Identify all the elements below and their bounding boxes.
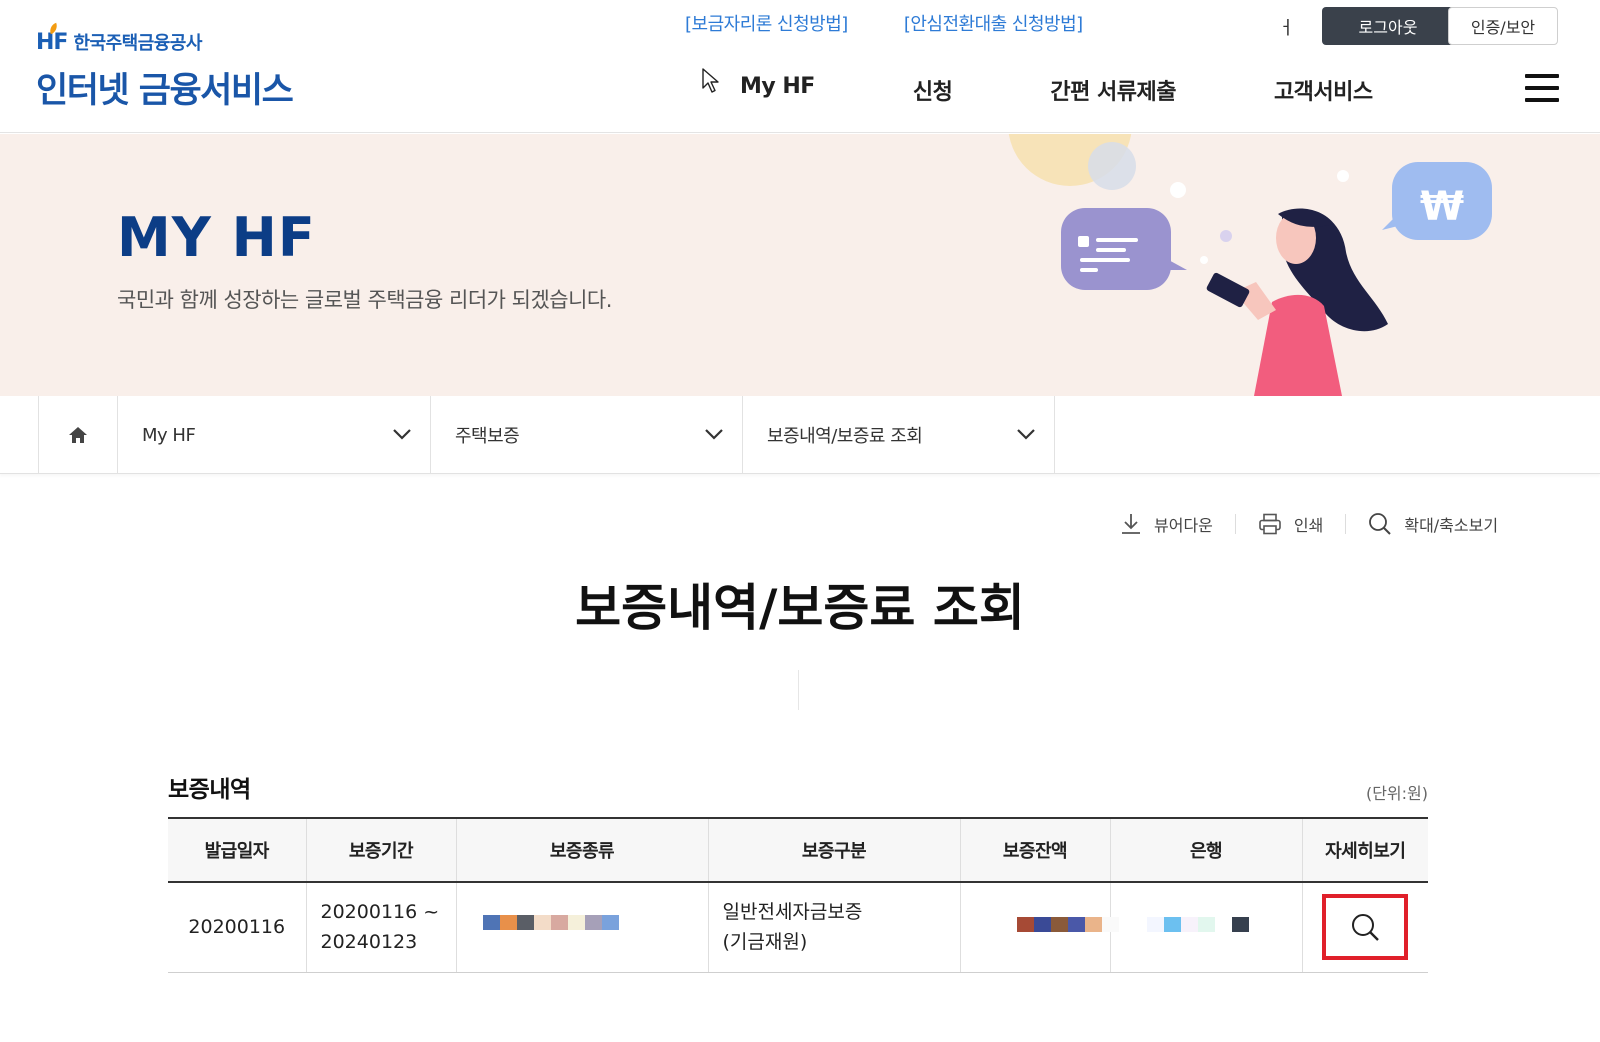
breadcrumb-label: 보증내역/보증료 조회 [767,426,923,447]
page-banner: MY HF 국민과 함께 성장하는 글로벌 주택금융 리더가 되겠습니다. ₩ [0,134,1600,396]
category-line1: 일반전세자금보증 [722,901,863,924]
section-title: 보증내역 [168,777,251,803]
mouse-cursor-icon [702,68,719,93]
viewer-download-button[interactable]: 뷰어다운 [1120,512,1213,536]
cell-bank-redacted [1110,882,1303,973]
cell-issue-date: 20200116 [168,882,307,973]
print-button[interactable]: 인쇄 [1258,512,1323,536]
nav-apply[interactable]: 신청 [913,74,953,106]
cell-type-redacted [456,882,709,973]
col-type: 보증종류 [456,817,709,883]
col-issue-date: 발급일자 [168,817,307,883]
decor-dot [1220,230,1232,242]
woman-with-phone-illustration [1206,208,1388,396]
main-nav: My HF 신청 간편 서류제출 고객서비스 [740,74,1373,106]
banner-subtitle: 국민과 함께 성장하는 글로벌 주택금융 리더가 되겠습니다. [117,288,612,312]
col-bank: 은행 [1110,817,1303,883]
breadcrumb-item-guarantee-history[interactable]: 보증내역/보증료 조회 [743,396,1055,474]
breadcrumb: My HF 주택보증 보증내역/보증료 조회 [0,396,1600,474]
col-detail: 자세히보기 [1302,817,1428,883]
redacted-text [482,915,619,930]
nav-my-hf[interactable]: My HF [740,74,815,106]
cell-balance-redacted [960,882,1119,973]
partial-text: ㅓ [1278,18,1295,39]
search-icon [1369,513,1392,535]
col-balance: 보증잔액 [960,817,1111,883]
unit-label: (단위:원) [1365,784,1428,803]
hamburger-line [1525,86,1559,90]
breadcrumb-label: 주택보증 [455,426,520,447]
won-bubble-icon: ₩ [1382,162,1492,240]
home-icon [69,427,87,443]
tool-divider [1345,514,1347,534]
link-ansim-guide[interactable]: [안심전환대출 신청방법] [904,10,1083,36]
search-icon [1352,914,1380,942]
logo-top: HF 한국주택금융공사 [36,22,292,56]
chevron-down-icon [1017,429,1035,440]
breadcrumb-home[interactable] [38,396,118,474]
detail-view-button[interactable] [1322,894,1409,961]
top-links: [보금자리론 신청방법] [안심전환대출 신청방법] [685,10,1083,36]
org-name: 한국주택금융공사 [73,33,202,54]
decor-dot [1170,182,1186,198]
decor-dot [1337,170,1349,182]
zoom-label: 확대/축소보기 [1404,516,1499,535]
won-symbol: ₩ [1420,184,1464,230]
hamburger-line [1525,98,1559,102]
table-header-row: 발급일자 보증기간 보증종류 보증구분 보증잔액 은행 자세히보기 [168,817,1428,883]
site-logo[interactable]: HF 한국주택금융공사 인터넷 금융서비스 [36,22,294,113]
link-bogeumjari-guide[interactable]: [보금자리론 신청방법] [685,10,848,36]
period-start: 20200116 ~ [320,901,440,924]
redacted-text [1146,917,1249,932]
title-divider [798,670,799,710]
period-end: 20240123 [320,931,418,954]
site-header: HF 한국주택금융공사 인터넷 금융서비스 [보금자리론 신청방법] [안심전환… [0,0,1600,133]
tool-divider [1234,514,1236,534]
chevron-down-icon [705,429,723,440]
hamburger-menu-icon[interactable] [1525,74,1559,102]
guarantee-table: 발급일자 보증기간 보증종류 보증구분 보증잔액 은행 자세히보기 202001… [168,817,1428,973]
viewer-download-label: 뷰어다운 [1154,516,1213,535]
redacted-text [1016,917,1119,932]
download-icon [1122,514,1140,534]
checklist-bubble-icon [1061,208,1187,290]
cell-detail [1302,882,1428,973]
service-name: 인터넷 금융서비스 [36,71,294,111]
chevron-down-icon [393,429,411,440]
logout-button[interactable]: 로그아웃 [1322,7,1454,45]
page-tools: 뷰어다운 인쇄 확대/축소보기 [1120,512,1498,536]
nav-customer-service[interactable]: 고객서비스 [1274,74,1373,106]
page-title: 보증내역/보증료 조회 [575,579,1025,637]
col-period: 보증기간 [306,817,457,883]
col-category: 보증구분 [708,817,961,883]
print-label: 인쇄 [1293,516,1324,535]
nav-document-submit[interactable]: 간편 서류제출 [1050,74,1176,106]
hf-logo-mark: HF [36,22,68,55]
breadcrumb-label: My HF [142,424,196,446]
table-row: 20200116 20200116 ~ 20240123 일반전세자금보증 (기… [168,882,1428,973]
decor-circle [1088,142,1136,190]
category-line2: (기금재원) [722,931,808,954]
breadcrumb-item-myhf[interactable]: My HF [118,396,431,474]
hamburger-line [1525,74,1559,78]
cell-period: 20200116 ~ 20240123 [306,882,457,973]
zoom-button[interactable]: 확대/축소보기 [1368,512,1498,536]
breadcrumb-item-housing-guarantee[interactable]: 주택보증 [431,396,743,474]
cell-category: 일반전세자금보증 (기금재원) [708,882,961,973]
printer-icon [1259,513,1281,535]
decor-dot [1200,256,1208,264]
banner-title: MY HF [117,206,316,269]
banner-illustration: ₩ [1008,134,1492,396]
cert-security-button[interactable]: 인증/보안 [1448,7,1558,45]
